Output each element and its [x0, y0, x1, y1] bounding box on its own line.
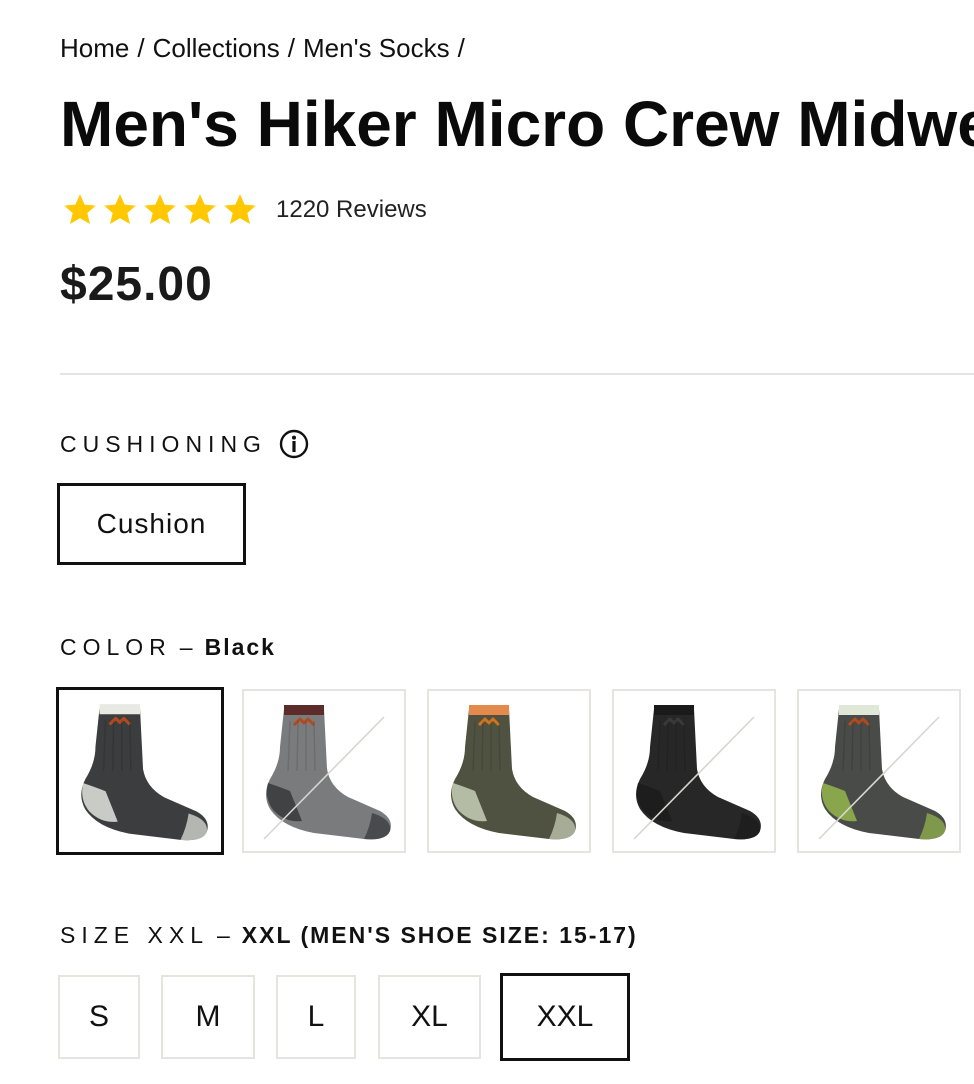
breadcrumb-home[interactable]: Home: [60, 33, 129, 63]
size-option-l[interactable]: L: [276, 975, 356, 1059]
selected-size-value: XXL (MEN'S SHOE SIZE: 15-17): [241, 922, 638, 948]
breadcrumb: Home / Collections / Men's Socks /: [60, 30, 473, 66]
size-label: SIZE XXL – XXL (MEN'S SHOE SIZE: 15-17): [60, 922, 638, 949]
breadcrumb-collections[interactable]: Collections: [153, 33, 280, 63]
color-swatch[interactable]: [56, 687, 224, 855]
star-icon: [224, 194, 256, 224]
color-label: COLOR – Black: [60, 634, 276, 661]
info-icon[interactable]: [279, 429, 309, 459]
color-swatch[interactable]: [797, 689, 961, 853]
color-swatch[interactable]: [612, 689, 776, 853]
reviews-link[interactable]: 1220 Reviews: [276, 196, 427, 224]
breadcrumb-separator: /: [457, 33, 465, 63]
star-icon: [144, 194, 176, 224]
cushion-option-button[interactable]: Cushion: [57, 483, 246, 565]
sock-image: [263, 705, 391, 840]
star-icon: [184, 194, 216, 224]
color-label-dash: –: [179, 634, 193, 660]
color-swatch[interactable]: [427, 689, 591, 853]
size-label-text: SIZE XXL: [60, 922, 209, 948]
star-icon: [104, 194, 136, 224]
rating-stars[interactable]: [62, 192, 258, 228]
cushioning-label: CUSHIONING: [60, 429, 309, 459]
breadcrumb-mens-socks[interactable]: Men's Socks: [303, 33, 450, 63]
size-option-s[interactable]: S: [58, 975, 140, 1059]
breadcrumb-separator: /: [137, 33, 145, 63]
selected-color-value: Black: [204, 634, 276, 660]
size-option-xl[interactable]: XL: [378, 975, 481, 1059]
divider: [60, 373, 974, 375]
product-title: Men's Hiker Micro Crew Midweight Hiking …: [60, 88, 974, 160]
product-price: $25.00: [60, 258, 213, 311]
sock-image: [633, 705, 761, 840]
breadcrumb-separator: /: [287, 33, 295, 63]
product-page: Home / Collections / Men's Socks / Men's Hike…: [0, 0, 974, 1084]
color-label-text: COLOR: [60, 634, 172, 660]
product-rating: 1220 Reviews: [62, 192, 427, 228]
color-swatch[interactable]: [242, 689, 406, 853]
size-label-dash: –: [216, 922, 230, 948]
sock-image: [451, 705, 576, 840]
size-option-m[interactable]: M: [161, 975, 255, 1059]
size-option-xxl[interactable]: XXL: [500, 973, 630, 1061]
sock-image: [818, 705, 946, 840]
color-swatches: [56, 687, 974, 855]
cushioning-label-text: CUSHIONING: [60, 430, 267, 457]
star-icon: [64, 194, 96, 224]
sock-image: [81, 704, 208, 841]
